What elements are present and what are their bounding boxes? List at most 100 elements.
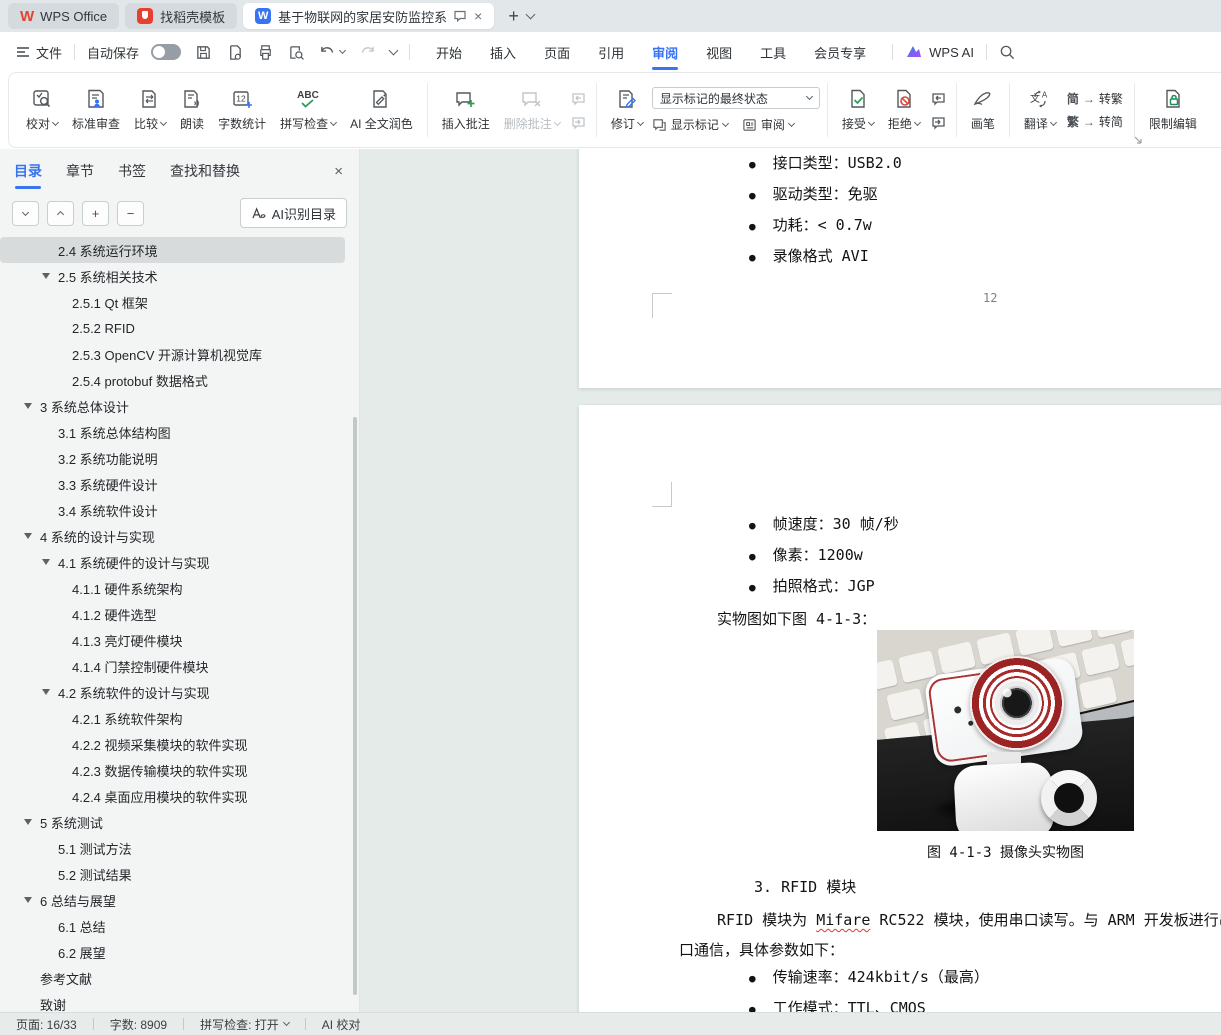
spell-check-button[interactable]: ABC 拼写检查 (273, 84, 343, 136)
read-aloud-button[interactable]: 朗读 (173, 84, 211, 136)
toc-item[interactable]: 5.1 测试方法 (0, 835, 345, 861)
sidebar-tab-chapters[interactable]: 章节 (66, 149, 94, 193)
toc-collapse-caret-icon[interactable] (24, 403, 32, 409)
next-change-icon[interactable] (929, 115, 947, 130)
figure-intro-line[interactable]: 实物图如下图 4-1-3： (717, 608, 876, 629)
document-page-2[interactable]: 帧速度：30 帧/秒 像素：1200w 拍照格式：JGP 实物图如下图 4-1-… (579, 405, 1221, 1012)
toc-item[interactable]: 4 系统的设计与实现 (0, 523, 345, 549)
toc-item[interactable]: 4.1 系统硬件的设计与实现 (0, 549, 345, 575)
toc-item[interactable]: 4.2.3 数据传输模块的软件实现 (0, 757, 345, 783)
figure-caption[interactable]: 图 4-1-3 摄像头实物图 (877, 842, 1134, 862)
new-tab-button[interactable]: + (500, 6, 527, 27)
toc-item[interactable]: 4.2 系统软件的设计与实现 (0, 679, 345, 705)
toc-item[interactable]: 6.2 展望 (0, 939, 345, 965)
group-expand-arrow-icon[interactable] (1133, 135, 1143, 145)
toc-zoom-out-button[interactable]: − (117, 200, 144, 226)
bullet-line[interactable]: 传输速率：424kbit/s（最高） (749, 961, 989, 992)
toc-item[interactable]: 5 系统测试 (0, 809, 345, 835)
menu-home[interactable]: 开始 (422, 32, 476, 72)
restrict-editing-button[interactable]: 限制编辑 (1142, 84, 1204, 136)
search-icon[interactable] (999, 44, 1016, 61)
review-pane-button[interactable]: 审阅 (742, 116, 795, 133)
next-comment-icon[interactable] (569, 115, 587, 130)
toc-item[interactable]: 2.5.2 RFID (0, 315, 345, 341)
insert-comment-button[interactable]: 插入批注 (435, 84, 497, 136)
previous-change-icon[interactable] (929, 91, 947, 106)
toc-item[interactable]: 3.2 系统功能说明 (0, 445, 345, 471)
markup-state-dropdown[interactable]: 显示标记的最终状态 (651, 87, 820, 109)
toc-collapse-caret-icon[interactable] (42, 689, 50, 695)
toc-item[interactable]: 3.3 系统硬件设计 (0, 471, 345, 497)
print-preview-icon[interactable] (288, 44, 305, 61)
tab-list-chevron-icon[interactable] (525, 9, 536, 20)
wps-ai-button[interactable]: WPS AI (905, 44, 974, 60)
document-page-1[interactable]: 接口类型：USB2.0 驱动类型：免驱 功耗：< 0.7w 录像格式 AVI 1… (579, 149, 1221, 388)
tab-wps-office[interactable]: W WPS Office (8, 3, 120, 29)
toc-item[interactable]: 参考文献 (0, 965, 345, 991)
bullet-line[interactable]: 接口类型：USB2.0 (749, 149, 902, 178)
toc-item[interactable]: 4.2.4 桌面应用模块的软件实现 (0, 783, 345, 809)
toc-item[interactable]: 2.5.4 protobuf 数据格式 (0, 367, 345, 393)
toc-item[interactable]: 5.2 测试结果 (0, 861, 345, 887)
toc-expand-down-button[interactable] (12, 200, 39, 226)
menu-tools[interactable]: 工具 (746, 32, 800, 72)
toc-item[interactable]: 3.1 系统总体结构图 (0, 419, 345, 445)
proofread-button[interactable]: 校对 (19, 84, 65, 136)
tab-docer-templates[interactable]: 找稻壳模板 (125, 3, 238, 29)
show-marks-button[interactable]: 显示标记 (652, 116, 729, 133)
save-icon[interactable] (195, 44, 212, 61)
toc-item[interactable]: 4.1.3 亮灯硬件模块 (0, 627, 345, 653)
print-icon[interactable] (257, 44, 274, 61)
toc-item[interactable]: 6 总结与展望 (0, 887, 345, 913)
body-paragraph-line[interactable]: 口通信，具体参数如下： (679, 939, 844, 960)
autosave-toggle[interactable]: 自动保存 (87, 43, 182, 62)
toc-collapse-caret-icon[interactable] (24, 897, 32, 903)
toc-item[interactable]: 3.4 系统软件设计 (0, 497, 345, 523)
toc-collapse-caret-icon[interactable] (42, 559, 50, 565)
toc-collapse-caret-icon[interactable] (42, 273, 50, 279)
spell-check-status[interactable]: 拼写检查: 打开 (200, 1016, 290, 1033)
to-simplified-button[interactable]: 繁 → 转简 (1067, 113, 1123, 130)
toc-collapse-up-button[interactable] (47, 200, 74, 226)
menu-review[interactable]: 审阅 (638, 32, 692, 72)
comment-bubble-icon[interactable] (453, 9, 467, 23)
bullet-line[interactable]: 拍照格式：JGP (749, 570, 899, 601)
sidebar-tab-find-replace[interactable]: 查找和替换 (170, 149, 240, 193)
toc-item[interactable]: 6.1 总结 (0, 913, 345, 939)
word-count-indicator[interactable]: 字数: 8909 (110, 1016, 167, 1033)
toc-item[interactable]: 致谢 (0, 991, 345, 1013)
tab-close-icon[interactable]: × (474, 8, 482, 24)
menu-page[interactable]: 页面 (530, 32, 584, 72)
previous-comment-icon[interactable] (569, 91, 587, 106)
toc-item[interactable]: 2.4 系统运行环境 (0, 237, 345, 263)
menu-insert[interactable]: 插入 (476, 32, 530, 72)
sidebar-tab-bookmarks[interactable]: 书签 (118, 149, 146, 193)
delete-comment-button[interactable]: 删除批注 (497, 84, 567, 136)
tab-document[interactable]: W 基于物联网的家居安防监控系 × (243, 3, 495, 29)
toc-item[interactable]: 2.5 系统相关技术 (0, 263, 345, 289)
file-menu-button[interactable]: 文件 (16, 43, 62, 62)
bullet-line[interactable]: 帧速度：30 帧/秒 (749, 508, 899, 539)
toc-item[interactable]: 4.1.2 硬件选型 (0, 601, 345, 627)
standard-review-button[interactable]: 标准审查 (65, 84, 127, 136)
toc-item[interactable]: 4.1.4 门禁控制硬件模块 (0, 653, 345, 679)
ai-proofread-status[interactable]: AI 校对 (322, 1016, 361, 1033)
qat-expand-chevron-icon[interactable] (388, 45, 399, 56)
sidebar-close-icon[interactable]: × (334, 163, 343, 180)
to-traditional-button[interactable]: 简 → 转繁 (1067, 90, 1123, 107)
bullet-line[interactable]: 驱动类型：免驱 (749, 178, 902, 209)
bullet-line[interactable]: 功耗：< 0.7w (749, 209, 902, 240)
toc-collapse-caret-icon[interactable] (24, 533, 32, 539)
bullet-line[interactable]: 像素：1200w (749, 539, 899, 570)
webcam-photo-figure[interactable] (877, 630, 1134, 831)
toc-item[interactable]: 4.1.1 硬件系统架构 (0, 575, 345, 601)
toc-zoom-in-button[interactable]: + (82, 200, 109, 226)
toc-item[interactable]: 2.5.1 Qt 框架 (0, 289, 345, 315)
toc-item[interactable]: 4.2.2 视频采集模块的软件实现 (0, 731, 345, 757)
menu-reference[interactable]: 引用 (584, 32, 638, 72)
ai-recognize-catalog-button[interactable]: AI识别目录 (239, 198, 347, 228)
track-changes-button[interactable]: 修订 (604, 84, 650, 136)
export-pdf-icon[interactable] (226, 44, 243, 61)
sidebar-scrollbar[interactable] (353, 417, 357, 995)
section-heading[interactable]: 3. RFID 模块 (754, 876, 856, 897)
